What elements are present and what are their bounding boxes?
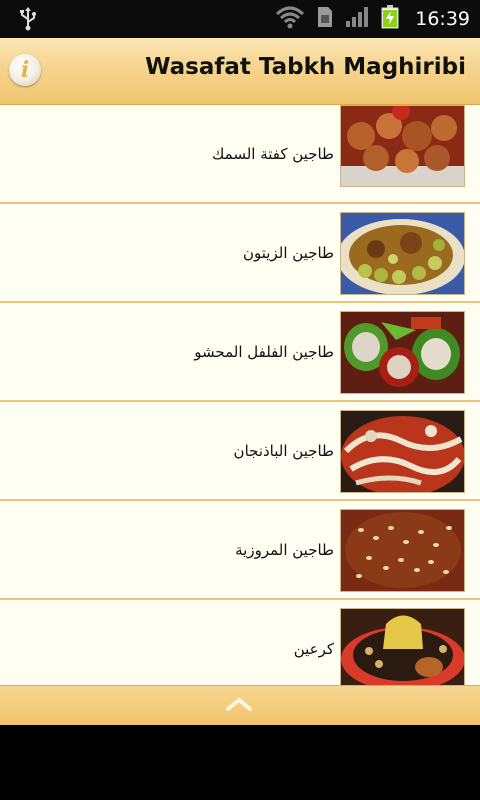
- list-item[interactable]: طاجين الفلفل المحشو: [0, 303, 480, 402]
- status-clock: 16:39: [415, 8, 470, 30]
- kraine-photo: [340, 608, 465, 685]
- recipe-list[interactable]: طاجين كفتة السمك طاجين الزيتون طاجين الف…: [0, 105, 480, 685]
- recipe-name: طاجين كفتة السمك: [212, 144, 334, 163]
- olive-tagine-photo: [340, 212, 465, 295]
- mrouzia-tagine-photo: [340, 509, 465, 592]
- recipe-name: طاجين الزيتون: [243, 243, 334, 262]
- info-icon[interactable]: i: [9, 54, 41, 86]
- bottom-bar: [0, 685, 480, 726]
- list-item[interactable]: كرعين: [0, 600, 480, 685]
- stuffed-pepper-tagine-photo: [340, 311, 465, 394]
- list-item[interactable]: طاجين المروزية: [0, 501, 480, 600]
- recipe-name: كرعين: [293, 639, 334, 658]
- recipe-name: طاجين المروزية: [235, 540, 334, 559]
- sim-icon: [317, 6, 333, 32]
- status-bar: 16:39: [0, 0, 480, 38]
- recipe-name: طاجين الباذنجان: [233, 441, 334, 460]
- chevron-up-icon[interactable]: [225, 696, 253, 716]
- signal-icon: [345, 6, 369, 32]
- wifi-icon: [275, 5, 305, 33]
- list-item[interactable]: طاجين الباذنجان: [0, 402, 480, 501]
- empty-area: [0, 725, 480, 800]
- list-item[interactable]: طاجين كفتة السمك: [0, 105, 480, 204]
- app-title: Wasafat Tabkh Maghiribi: [145, 54, 466, 80]
- battery-charging-icon: [381, 5, 399, 33]
- eggplant-tagine-photo: [340, 410, 465, 493]
- list-item[interactable]: طاجين الزيتون: [0, 204, 480, 303]
- recipe-name: طاجين الفلفل المحشو: [194, 342, 334, 361]
- usb-icon: [18, 7, 38, 35]
- app-header: i Wasafat Tabkh Maghiribi: [0, 38, 480, 105]
- fish-kefta-tagine-photo: [340, 105, 465, 187]
